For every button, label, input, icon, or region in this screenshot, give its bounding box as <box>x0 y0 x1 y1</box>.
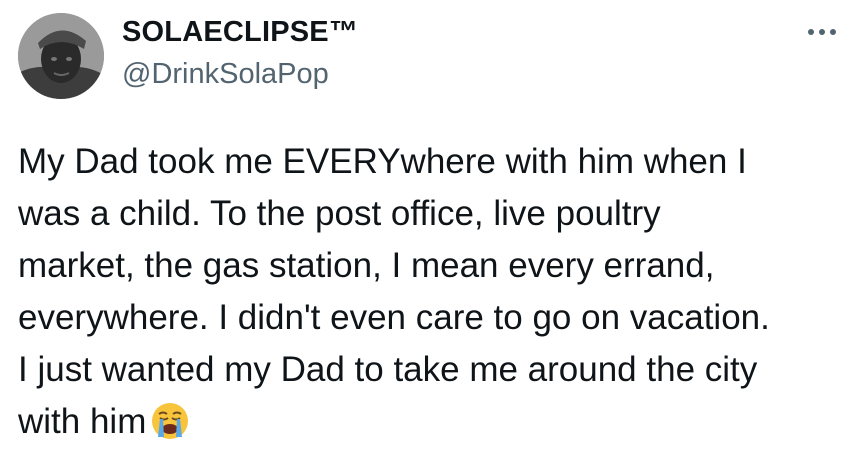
more-horizontal-icon <box>808 29 814 35</box>
more-horizontal-icon-dot <box>830 29 836 35</box>
loudly-crying-face-emoji-icon <box>152 403 189 439</box>
author-handle[interactable]: @DrinkSolaPop <box>122 58 329 91</box>
tweet-text-line: with him <box>18 402 147 441</box>
tweet-text-line: I just wanted my Dad to take me around t… <box>18 350 758 389</box>
tweet-card: SOLAECLIPSE™ @DrinkSolaPop My Dad took m… <box>0 0 858 452</box>
tweet-text-line: was a child. To the post office, live po… <box>18 194 661 233</box>
author-avatar[interactable] <box>18 13 104 99</box>
tweet-text-last-line: with him <box>18 396 848 448</box>
tweet-text-line: everywhere. I didn't even care to go on … <box>18 298 770 337</box>
tweet-text-line: My Dad took me EVERYwhere with him when … <box>18 142 747 181</box>
author-display-name[interactable]: SOLAECLIPSE™ <box>122 16 358 49</box>
profile-photo-icon <box>18 13 104 99</box>
more-options-button[interactable] <box>802 20 842 44</box>
more-horizontal-icon-dot <box>819 29 825 35</box>
tweet-text-line: market, the gas station, I mean every er… <box>18 246 715 285</box>
tweet-text: My Dad took me EVERYwhere with him when … <box>18 136 848 448</box>
